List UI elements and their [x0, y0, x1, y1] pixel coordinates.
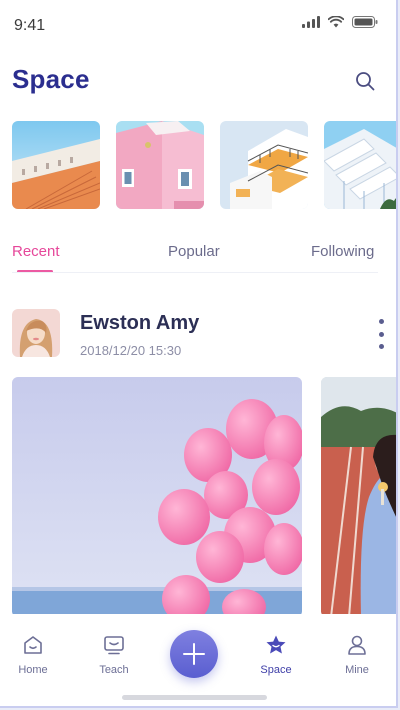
nav-space-label: Space	[260, 664, 292, 676]
user-icon	[348, 635, 366, 655]
bottom-nav: Home Teach Space Mine	[0, 614, 396, 706]
teach-icon	[104, 636, 124, 655]
nav-space[interactable]: Space	[246, 634, 306, 676]
post-header: Ewston Amy 2018/12/20 15:30	[12, 309, 388, 359]
story-staircase[interactable]	[12, 121, 100, 209]
stories-row	[12, 121, 396, 209]
nav-home[interactable]: Home	[3, 634, 63, 676]
story-pink-building[interactable]	[116, 121, 204, 209]
post-photo-balloons[interactable]	[12, 377, 302, 617]
story-white-balconies[interactable]	[220, 121, 308, 209]
tabs-divider	[12, 272, 378, 273]
nav-mine[interactable]: Mine	[327, 634, 387, 676]
avatar[interactable]	[12, 309, 60, 357]
battery-icon	[352, 16, 378, 28]
status-time: 9:41	[14, 17, 46, 34]
signal-icon	[302, 16, 320, 28]
app-screen: 9:41 Space Recent Popular Following Ewst…	[0, 0, 398, 708]
create-post-button[interactable]	[170, 630, 218, 678]
feed-tabs: Recent Popular Following	[0, 240, 396, 274]
post-timestamp: 2018/12/20 15:30	[80, 343, 182, 358]
nav-home-label: Home	[18, 664, 48, 676]
home-indicator[interactable]	[122, 695, 267, 700]
status-icons	[302, 16, 378, 28]
star-icon	[266, 635, 286, 654]
post-photo-girl[interactable]	[321, 377, 396, 617]
story-white-facade[interactable]	[324, 121, 396, 209]
tab-following[interactable]: Following	[311, 243, 374, 260]
page-title: Space	[12, 64, 90, 94]
home-icon	[24, 636, 42, 654]
more-options-icon[interactable]	[376, 319, 386, 349]
nav-teach[interactable]: Teach	[84, 634, 144, 676]
nav-mine-label: Mine	[345, 664, 369, 676]
wifi-icon	[328, 16, 344, 28]
nav-teach-label: Teach	[99, 664, 129, 676]
post-author[interactable]: Ewston Amy	[80, 312, 199, 335]
tab-recent[interactable]: Recent	[12, 243, 60, 260]
tab-popular[interactable]: Popular	[168, 243, 220, 260]
status-bar: 9:41	[0, 0, 396, 50]
search-icon[interactable]	[354, 70, 376, 92]
